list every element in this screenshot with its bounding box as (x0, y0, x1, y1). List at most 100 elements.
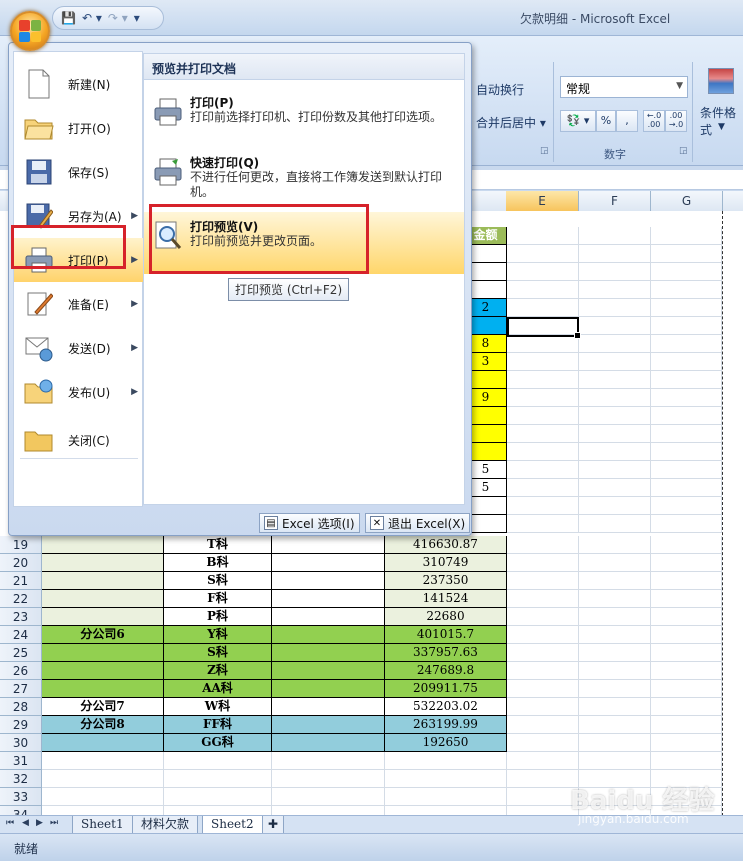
grid-cell[interactable] (579, 389, 651, 407)
row-header[interactable]: 22 (0, 590, 42, 608)
grid-cell[interactable] (42, 554, 164, 572)
grid-cell[interactable] (507, 752, 579, 770)
row-header[interactable]: 29 (0, 716, 42, 734)
grid-cell[interactable] (507, 281, 579, 299)
grid-cell[interactable] (579, 536, 651, 554)
active-cell-e[interactable] (507, 317, 581, 339)
grid-cell[interactable] (507, 263, 579, 281)
row-header[interactable]: 26 (0, 662, 42, 680)
grid-cell[interactable] (579, 554, 651, 572)
grid-cell[interactable] (651, 716, 722, 734)
grid-cell[interactable] (579, 515, 651, 533)
last-sheet-icon[interactable]: ⏭ (50, 818, 58, 828)
grid-cell[interactable] (579, 752, 651, 770)
grid-cell[interactable] (272, 644, 385, 662)
grid-cell[interactable] (507, 353, 579, 371)
grid-cell[interactable] (507, 662, 579, 680)
grid-cell[interactable]: 310749 (385, 554, 507, 572)
menu-item-new-document[interactable]: 新建(N) (14, 62, 144, 106)
grid-cell[interactable] (272, 572, 385, 590)
grid-cell[interactable] (651, 317, 722, 335)
grid-cell[interactable] (651, 515, 722, 533)
grid-cell[interactable] (42, 572, 164, 590)
grid-cell[interactable] (579, 662, 651, 680)
row-header[interactable]: 21 (0, 572, 42, 590)
sheet-tab-materials[interactable]: 材料欠款 (132, 816, 199, 834)
menu-item-close-folder[interactable]: 关闭(C) (14, 418, 144, 462)
merge-center-button[interactable]: 合并后居中 ▾ (476, 114, 546, 131)
grid-cell[interactable] (272, 680, 385, 698)
row-header[interactable]: 20 (0, 554, 42, 572)
grid-cell[interactable] (507, 590, 579, 608)
grid-cell[interactable] (385, 788, 507, 806)
column-header-g[interactable]: G (651, 191, 723, 211)
grid-cell[interactable] (42, 536, 164, 554)
column-header-e[interactable]: E (506, 191, 579, 211)
menu-item-send[interactable]: 发送(D) ▶ (14, 326, 144, 370)
menu-item-save-disk[interactable]: 保存(S) (14, 150, 144, 194)
grid-cell[interactable] (651, 626, 722, 644)
grid-cell[interactable]: 22680 (385, 608, 507, 626)
grid-cell[interactable] (507, 407, 579, 425)
grid-cell[interactable] (507, 443, 579, 461)
prev-sheet-icon[interactable]: ◀ (22, 818, 29, 828)
grid-cell[interactable] (507, 698, 579, 716)
menu-item-publish[interactable]: 发布(U) ▶ (14, 370, 144, 414)
grid-cell[interactable] (507, 734, 579, 752)
grid-cell[interactable] (507, 299, 579, 317)
grid-cell[interactable] (42, 662, 164, 680)
grid-cell[interactable] (579, 317, 651, 335)
grid-cell[interactable]: S科 (164, 644, 272, 662)
sheet-tab-sheet2[interactable]: Sheet2 (202, 816, 263, 834)
grid-cell[interactable] (385, 770, 507, 788)
grid-cell[interactable] (42, 788, 164, 806)
grid-cell[interactable] (651, 554, 722, 572)
grid-cell[interactable] (507, 770, 579, 788)
grid-cell[interactable] (579, 644, 651, 662)
grid-cell[interactable] (507, 536, 579, 554)
grid-cell[interactable] (579, 716, 651, 734)
grid-cell[interactable] (651, 572, 722, 590)
grid-cell[interactable] (579, 245, 651, 263)
grid-cell[interactable] (507, 227, 579, 245)
grid-cell[interactable] (579, 461, 651, 479)
grid-cell[interactable]: 416630.87 (385, 536, 507, 554)
grid-cell[interactable]: Y科 (164, 626, 272, 644)
grid-cell[interactable] (272, 554, 385, 572)
grid-cell[interactable] (651, 461, 722, 479)
grid-cell[interactable]: 分公司6 (42, 626, 164, 644)
grid-cell[interactable] (651, 698, 722, 716)
grid-cell[interactable] (507, 371, 579, 389)
grid-cell[interactable] (272, 698, 385, 716)
grid-cell[interactable] (651, 608, 722, 626)
grid-cell[interactable] (272, 536, 385, 554)
grid-cell[interactable] (42, 644, 164, 662)
grid-cell[interactable] (651, 644, 722, 662)
decrease-decimal-button[interactable]: .00 →.0 (665, 110, 687, 132)
qat-customize-button[interactable]: ▾ (134, 11, 140, 25)
grid-cell[interactable] (272, 716, 385, 734)
grid-cell[interactable] (42, 734, 164, 752)
exit-excel-button[interactable]: ✕ 退出 Excel(X) (365, 513, 471, 533)
office-button[interactable] (10, 11, 50, 51)
grid-cell[interactable] (651, 443, 722, 461)
grid-cell[interactable]: 532203.02 (385, 698, 507, 716)
grid-cell[interactable]: 209911.75 (385, 680, 507, 698)
grid-cell[interactable] (507, 788, 579, 806)
grid-cell[interactable] (579, 734, 651, 752)
grid-cell[interactable] (579, 626, 651, 644)
row-header[interactable]: 33 (0, 788, 42, 806)
grid-cell[interactable] (651, 299, 722, 317)
grid-cell[interactable] (651, 371, 722, 389)
grid-cell[interactable] (272, 662, 385, 680)
grid-cell[interactable]: 分公司7 (42, 698, 164, 716)
row-header[interactable]: 24 (0, 626, 42, 644)
grid-cell[interactable] (579, 443, 651, 461)
excel-options-button[interactable]: ▤ Excel 选项(I) (259, 513, 360, 533)
grid-cell[interactable] (272, 608, 385, 626)
grid-cell[interactable] (579, 299, 651, 317)
grid-cell[interactable] (507, 554, 579, 572)
comma-style-button[interactable]: , (616, 110, 638, 132)
number-format-select[interactable]: 常规 ▼ (560, 76, 688, 98)
grid-cell[interactable] (579, 608, 651, 626)
